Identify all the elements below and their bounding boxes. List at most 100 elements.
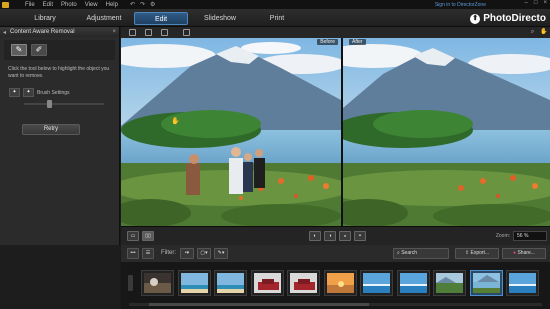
close-icon[interactable]: × <box>543 0 547 6</box>
minimize-icon[interactable]: – <box>525 0 528 6</box>
slider-track <box>24 103 104 105</box>
split-view-button[interactable]: ▯▯ <box>142 231 154 241</box>
view-bar: ▭ ▯▯ ◐ ◑ ◒ ◓ Zoom: 56 % <box>121 226 550 245</box>
tab-library[interactable]: Library <box>20 12 70 25</box>
module-tab-bar: Library Adjustment Edit Slideshow Print … <box>0 9 550 27</box>
tab-print[interactable]: Print <box>252 12 302 25</box>
thumbnail-image <box>363 273 390 293</box>
pointer-hand-icon: ✋ <box>171 118 180 125</box>
filmstrip-thumbnail[interactable] <box>177 270 211 296</box>
brush-settings-row: ✦ ✦ Brush Settings <box>9 88 119 97</box>
window-controls: – □ × <box>525 0 547 6</box>
filter-dots-icon[interactable]: •▾ <box>180 248 194 259</box>
more-options-icon[interactable]: ••• <box>127 248 139 259</box>
filmstrip-thumbnail[interactable] <box>323 270 357 296</box>
thumbnail-sea <box>363 273 390 293</box>
scrollbar-thumb[interactable] <box>149 303 369 306</box>
filter-pen-icon[interactable]: ✎▾ <box>214 248 228 259</box>
eraser-brush-button[interactable]: ✐ <box>31 44 47 56</box>
filmstrip-thumbnail[interactable] <box>469 270 503 296</box>
flag-icon[interactable]: ◒ <box>339 231 351 241</box>
thumbnail-sea <box>509 273 536 293</box>
rotate-left-icon[interactable]: ◐ <box>309 231 321 241</box>
filmstrip-thumbnail[interactable] <box>141 270 174 296</box>
brush-tools: ✎ ✐ <box>4 40 115 60</box>
share-label: Share... <box>517 250 535 256</box>
slider-knob[interactable] <box>46 100 52 108</box>
straighten-tool-icon[interactable] <box>145 29 152 36</box>
grid-view-icon[interactable] <box>161 29 168 36</box>
filmstrip-thumbnail[interactable] <box>433 270 466 296</box>
photo-canvas[interactable]: Before ✋ After <box>121 38 550 226</box>
thumbnail-sea <box>399 273 427 293</box>
thumbnail-image <box>144 273 171 293</box>
list-view-icon[interactable]: ☰ <box>142 248 154 259</box>
undo-icon[interactable]: ↶ <box>130 1 135 8</box>
thumbnail-image <box>217 273 244 293</box>
after-image <box>343 38 550 226</box>
zoom-magnifier-icon[interactable]: ⌕ <box>529 29 536 36</box>
brand-logo: ⬆ PhotoDirecto <box>470 12 546 25</box>
settings-gear-icon[interactable]: ⚙ <box>150 1 155 8</box>
brush-size-slider[interactable] <box>24 100 104 108</box>
brand-arrow-icon: ⬆ <box>470 13 481 24</box>
sign-in-link[interactable]: Sign in to DirectorZone <box>435 2 486 8</box>
menu-view[interactable]: View <box>85 2 98 8</box>
filmstrip-collapse-handle[interactable] <box>128 275 133 291</box>
zoom-label: Zoom: <box>495 233 510 239</box>
share-icon: ● <box>513 250 517 256</box>
menu-photo[interactable]: Photo <box>61 2 77 8</box>
before-photo[interactable]: Before ✋ <box>121 38 341 226</box>
maximize-icon[interactable]: □ <box>534 0 538 6</box>
left-panel-footer <box>0 245 120 309</box>
filmstrip-thumbnail[interactable] <box>396 270 430 296</box>
filmstrip-thumbnail[interactable] <box>506 270 539 296</box>
thumbnail-car <box>253 273 281 293</box>
brush-size-large-icon[interactable]: ✦ <box>23 88 34 97</box>
single-view-button[interactable]: ▭ <box>127 231 139 241</box>
before-label: Before <box>317 39 338 45</box>
menu-edit[interactable]: Edit <box>43 2 53 8</box>
search-icon: ⌕ <box>397 250 400 256</box>
thumbnail-car <box>290 273 317 293</box>
thumbnail-lake <box>472 273 500 293</box>
thumbnail-image <box>509 273 536 293</box>
pan-hand-icon[interactable]: ✋ <box>540 29 547 36</box>
after-photo[interactable]: After <box>343 38 550 226</box>
retry-button[interactable]: Retry <box>22 124 80 135</box>
thumbnail-landscape <box>436 273 463 293</box>
thumbnail-image <box>290 273 317 293</box>
after-label: After <box>349 39 366 45</box>
thumbnail-image <box>253 273 281 293</box>
redo-icon[interactable]: ↷ <box>140 1 145 8</box>
tab-adjustment[interactable]: Adjustment <box>76 12 132 25</box>
filter-frame-icon[interactable]: ▢▾ <box>197 248 211 259</box>
filmstrip-thumbnail[interactable] <box>214 270 247 296</box>
compare-view-icon[interactable] <box>183 29 190 36</box>
menu-help[interactable]: Help <box>106 2 118 8</box>
back-arrow-icon[interactable]: ◂ <box>3 29 6 36</box>
search-box[interactable]: ⌕ Search <box>393 248 449 259</box>
filmstrip-thumbnail[interactable] <box>287 270 320 296</box>
zoom-field[interactable]: 56 % <box>513 231 547 241</box>
panel-title: Content Aware Removal <box>10 29 75 35</box>
thumbnail-image <box>326 273 354 293</box>
brush-size-small-icon[interactable]: ✦ <box>9 88 20 97</box>
export-button[interactable]: ⇪ Export... <box>455 248 499 259</box>
brush-settings-label: Brush Settings <box>37 89 70 96</box>
tab-edit[interactable]: Edit <box>134 12 188 25</box>
thumbnail-beach <box>180 273 208 293</box>
thumbnail-image <box>180 273 208 293</box>
tab-slideshow[interactable]: Slideshow <box>193 12 247 25</box>
filmstrip-thumbnail[interactable] <box>360 270 393 296</box>
contrast-icon[interactable]: ◑ <box>324 231 336 241</box>
filmstrip-thumbnail[interactable] <box>250 270 284 296</box>
thumbnail-beach <box>217 273 244 293</box>
share-button[interactable]: ● Share... <box>502 248 546 259</box>
menu-file[interactable]: File <box>25 2 35 8</box>
reset-icon[interactable]: ◓ <box>354 231 366 241</box>
panel-close-icon[interactable]: × <box>112 29 116 35</box>
removal-brush-button[interactable]: ✎ <box>11 44 27 56</box>
crop-tool-icon[interactable] <box>129 29 136 36</box>
filmstrip-scrollbar[interactable] <box>129 303 542 306</box>
